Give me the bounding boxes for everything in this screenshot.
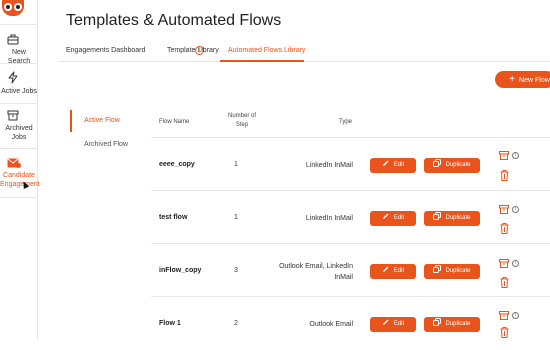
sidebar-item-label: Archived Jobs <box>5 125 33 141</box>
archive-icon[interactable] <box>499 311 509 320</box>
logo-eye-right <box>14 3 22 11</box>
info-icon[interactable]: i <box>512 260 519 267</box>
step-count: 2 <box>234 320 238 327</box>
sidebar-divider <box>0 63 38 64</box>
archive-icon[interactable] <box>499 259 509 268</box>
flow-type: LinkedIn InMail <box>305 162 353 169</box>
pencil-icon <box>382 266 389 272</box>
step-count: 1 <box>234 214 238 221</box>
briefcase-icon <box>7 34 19 45</box>
sidebar-item-label: Candidate Engagement <box>0 172 40 188</box>
sidebar-divider <box>0 103 38 104</box>
duplicate-label: Duplicate <box>445 321 471 327</box>
edit-button[interactable]: Edit <box>370 211 416 226</box>
trash-icon[interactable] <box>500 327 509 338</box>
notification-dot <box>16 163 21 168</box>
edit-button[interactable]: Edit <box>370 264 416 279</box>
new-flow-label: New Flow <box>519 77 550 84</box>
owl-logo[interactable] <box>2 0 24 16</box>
table-row: test flow 1 LinkedIn InMail Edit Duplica… <box>151 191 550 244</box>
archive-box-icon <box>7 110 19 121</box>
column-header-type: Type <box>339 119 353 125</box>
sidebar: New Search Active Jobs Archived Jobs Can… <box>0 0 40 340</box>
flow-type: Outlook Email, LinkedIn InMail <box>279 263 353 281</box>
plus-icon: + <box>509 74 516 85</box>
duplicate-label: Duplicate <box>445 268 471 274</box>
edit-label: Edit <box>393 321 405 327</box>
flow-name[interactable]: Flow 1 <box>159 320 181 327</box>
copy-icon <box>433 318 442 326</box>
tab-bar: Engagements Dashboard i Template Library… <box>58 38 550 62</box>
pencil-icon <box>382 213 389 219</box>
info-icon[interactable]: i <box>512 206 519 213</box>
flow-nav-archived[interactable]: Archived Flow <box>70 134 150 156</box>
flow-name[interactable]: inFlow_copy <box>159 267 201 274</box>
flow-name[interactable]: eeee_copy <box>159 161 195 168</box>
flow-nav-active[interactable]: Active Flow <box>70 110 150 132</box>
duplicate-button[interactable]: Duplicate <box>424 317 480 332</box>
edit-button[interactable]: Edit <box>370 158 416 173</box>
flow-type: Outlook Email <box>309 321 353 328</box>
edit-button[interactable]: Edit <box>370 317 416 332</box>
info-icon[interactable]: i <box>512 312 519 319</box>
pencil-icon <box>382 319 389 325</box>
copy-icon <box>433 159 442 167</box>
duplicate-button[interactable]: Duplicate <box>424 264 480 279</box>
step-count: 1 <box>234 161 238 168</box>
duplicate-label: Duplicate <box>445 215 471 221</box>
table-row: Flow 1 2 Outlook Email Edit Duplicate i <box>151 297 550 350</box>
column-header-steps: Number of Step <box>227 113 256 128</box>
sidebar-divider <box>0 148 38 149</box>
sidebar-item-new-search[interactable]: New Search <box>0 34 38 66</box>
step-count: 3 <box>234 267 238 274</box>
active-tab-indicator <box>220 60 304 62</box>
flow-type: LinkedIn InMail <box>305 215 353 222</box>
column-header-name: Flow Name <box>159 119 190 125</box>
trash-icon[interactable] <box>500 170 509 181</box>
logo-eye-left <box>4 3 12 11</box>
sidebar-divider <box>0 197 38 198</box>
sidebar-item-label: Active Jobs <box>1 88 37 95</box>
new-flow-button[interactable]: + New Flow <box>495 71 550 88</box>
archive-icon[interactable] <box>499 151 509 160</box>
archive-icon[interactable] <box>499 205 509 214</box>
page-title: Templates & Automated Flows <box>66 12 282 29</box>
tab-engagements-dashboard[interactable]: Engagements Dashboard <box>66 47 145 54</box>
edit-label: Edit <box>393 268 405 274</box>
lightning-icon <box>8 71 18 84</box>
edit-label: Edit <box>393 162 405 168</box>
table-row: eeee_copy 1 LinkedIn InMail Edit Duplica… <box>151 138 550 191</box>
copy-icon <box>433 265 442 273</box>
edit-label: Edit <box>393 215 405 221</box>
copy-icon <box>433 212 442 220</box>
tab-automated-flows-library[interactable]: Automated Flows Library <box>228 47 305 54</box>
sidebar-item-active-jobs[interactable]: Active Jobs <box>0 71 38 96</box>
sidebar-divider <box>0 24 38 25</box>
info-icon[interactable]: i <box>512 152 519 159</box>
trash-icon[interactable] <box>500 277 509 288</box>
tab-template-library[interactable]: Template Library <box>167 47 219 54</box>
flow-name[interactable]: test flow <box>159 214 187 221</box>
trash-icon[interactable] <box>500 223 509 234</box>
table-row: inFlow_copy 3 Outlook Email, LinkedIn In… <box>151 244 550 297</box>
duplicate-label: Duplicate <box>445 162 471 168</box>
duplicate-button[interactable]: Duplicate <box>424 211 480 226</box>
duplicate-button[interactable]: Duplicate <box>424 158 480 173</box>
pencil-icon <box>382 160 389 166</box>
flows-table: Flow Name Number of Step Type eeee_copy … <box>151 107 550 340</box>
sidebar-item-archived-jobs[interactable]: Archived Jobs <box>0 110 38 142</box>
